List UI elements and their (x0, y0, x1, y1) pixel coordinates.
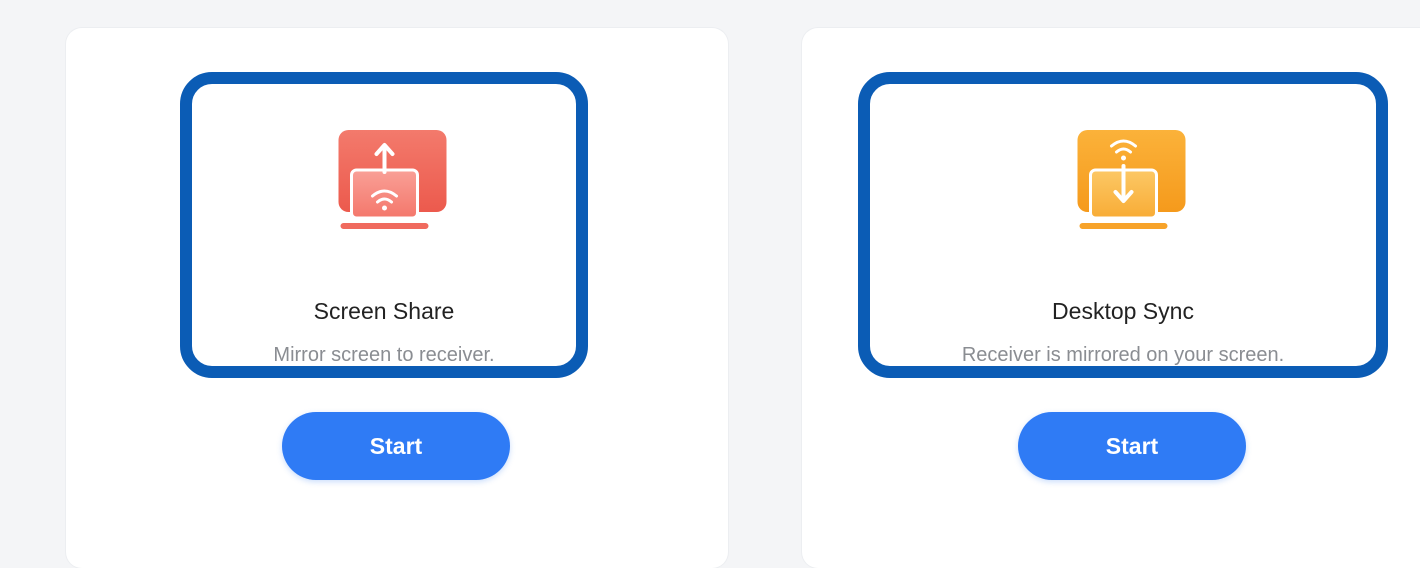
desktop-sync-subtitle: Receiver is mirrored on your screen. (961, 344, 1285, 366)
screen-share-card: Screen Share Mirror screen to receiver. … (66, 28, 728, 568)
screen-share-start-button[interactable]: Start (282, 412, 510, 480)
desktop-sync-card: Desktop Sync Receiver is mirrored on you… (802, 28, 1420, 568)
desktop-sync-start-button[interactable]: Start (1018, 412, 1246, 480)
screen-share-title: Screen Share (313, 298, 455, 324)
desktop-sync-icon (1061, 120, 1186, 240)
screen-share-subtitle: Mirror screen to receiver. (273, 344, 495, 366)
desktop-sync-option[interactable]: Desktop Sync Receiver is mirrored on you… (858, 72, 1388, 378)
screen-share-option[interactable]: Screen Share Mirror screen to receiver. (180, 72, 588, 378)
screen-share-icon (322, 120, 447, 240)
desktop-sync-title: Desktop Sync (1052, 298, 1194, 324)
